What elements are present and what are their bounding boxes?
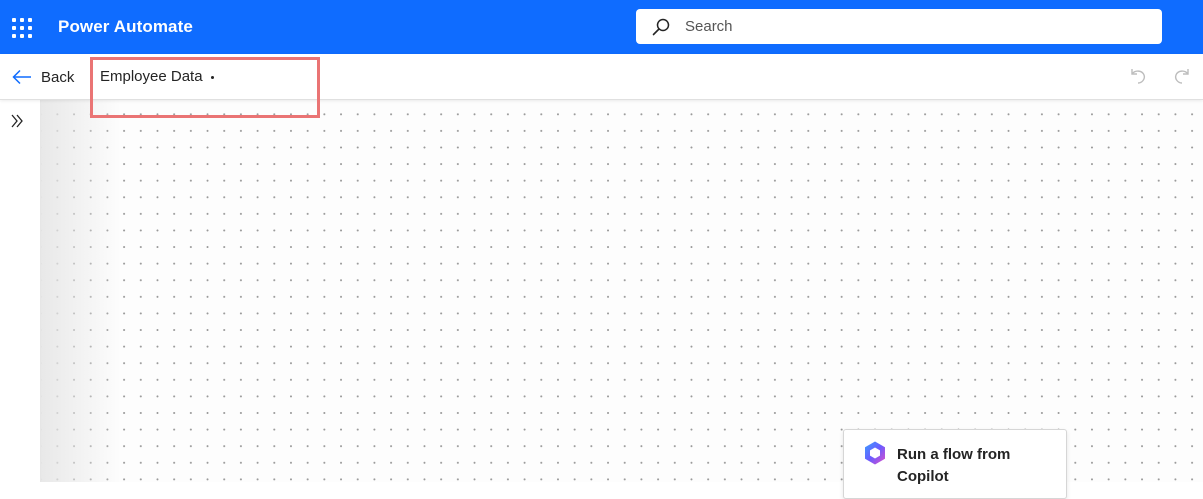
undo-icon[interactable] [1128, 66, 1148, 86]
annotation-highlight-box [90, 57, 320, 118]
redo-icon[interactable] [1172, 66, 1192, 86]
app-title[interactable]: Power Automate [58, 17, 193, 37]
arrow-left-icon [12, 69, 31, 85]
search-box[interactable] [636, 9, 1162, 44]
chevron-double-right-icon[interactable] [9, 113, 25, 129]
canvas-edge-shade [41, 100, 121, 482]
node-title: Run a flow from Copilot [897, 446, 1011, 485]
back-label: Back [41, 68, 75, 86]
search-input[interactable] [685, 9, 1145, 44]
left-rail [0, 100, 41, 482]
flow-node-trigger[interactable]: Run a flow from Copilot [843, 429, 1067, 499]
copilot-icon [865, 441, 885, 465]
top-bar: Power Automate [0, 0, 1203, 54]
waffle-icon[interactable] [12, 18, 32, 38]
flow-canvas[interactable] [41, 100, 1203, 482]
search-icon [652, 18, 670, 36]
back-button[interactable]: Back [12, 66, 74, 88]
